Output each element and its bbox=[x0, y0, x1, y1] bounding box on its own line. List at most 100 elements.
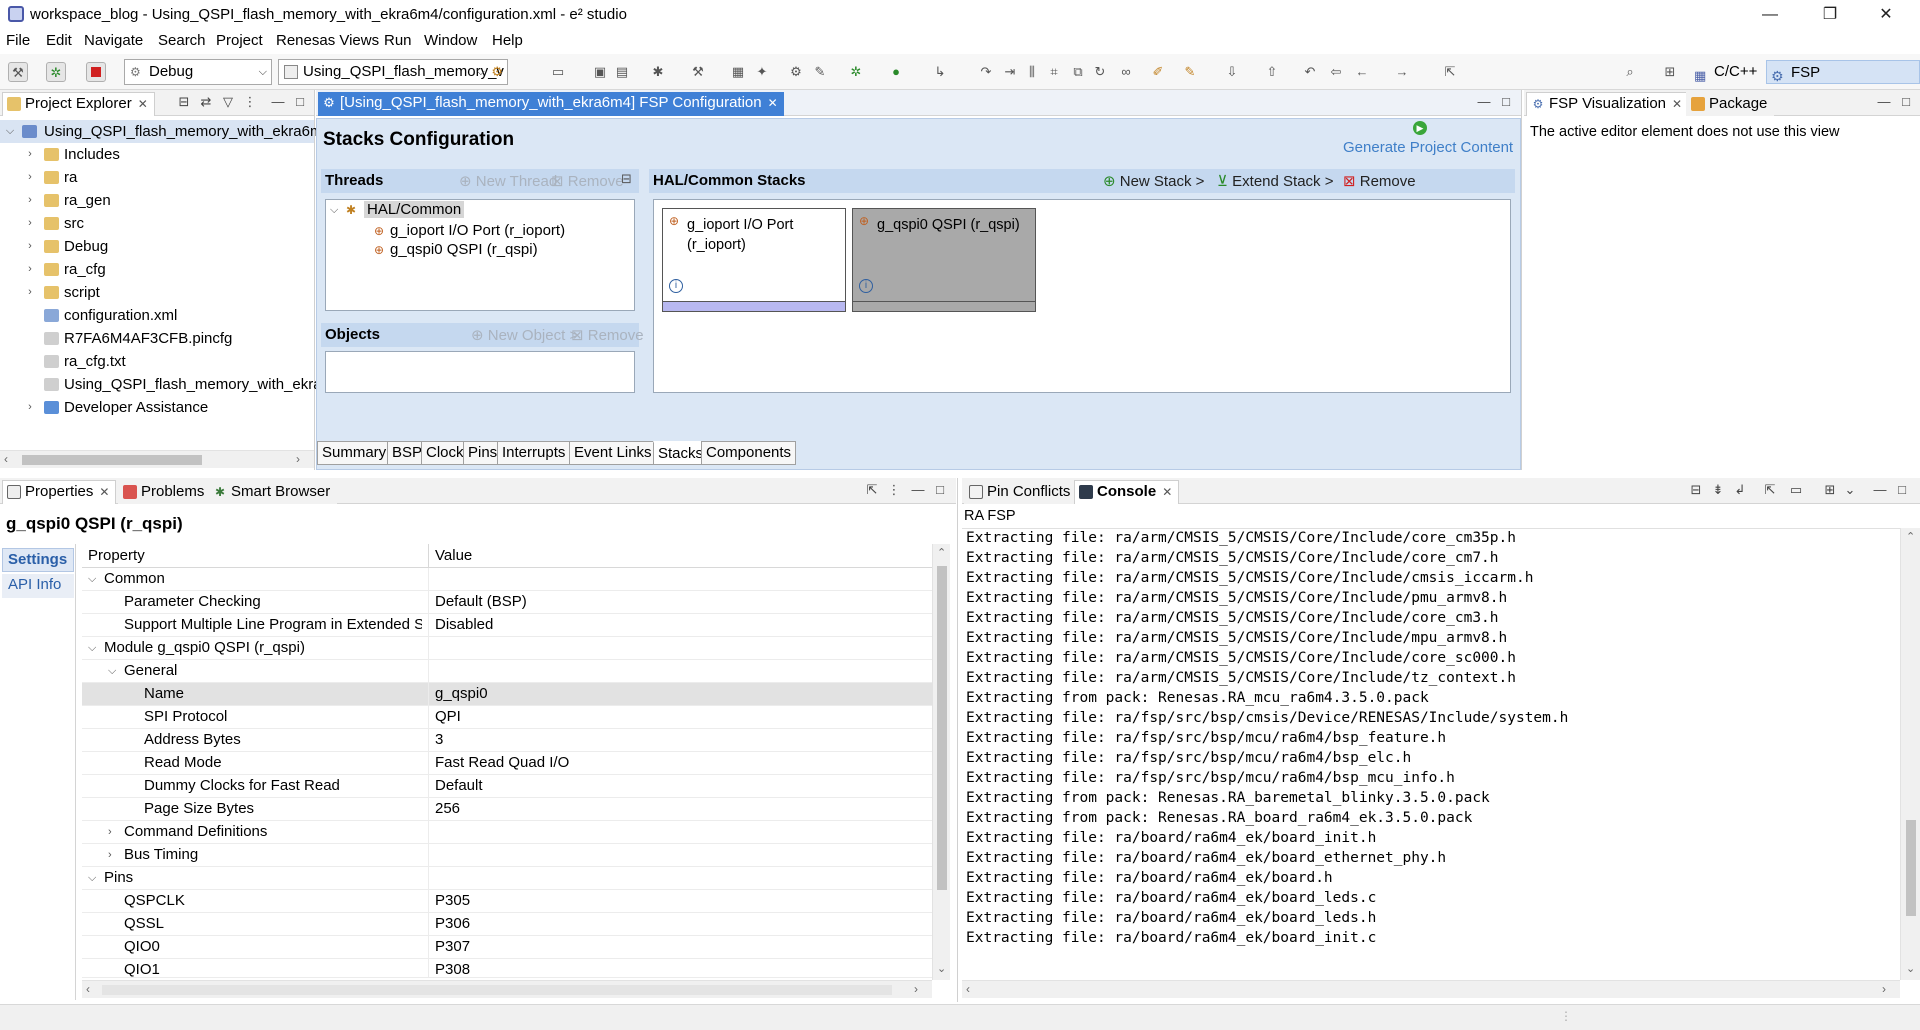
property-row[interactable]: QIO0 P307 bbox=[82, 936, 932, 959]
chevron-right-icon[interactable]: › bbox=[24, 212, 36, 235]
print-icon[interactable]: ▦ bbox=[728, 62, 748, 82]
property-value[interactable]: Default bbox=[435, 775, 483, 797]
prev-annotation-icon[interactable]: ⇧ bbox=[1262, 62, 1282, 82]
menu-navigate[interactable]: Navigate bbox=[84, 32, 143, 49]
next-annotation-icon[interactable]: ⇩ bbox=[1222, 62, 1242, 82]
chevron-right-icon[interactable]: › bbox=[24, 281, 36, 304]
minimize-view-icon[interactable]: — bbox=[1876, 94, 1892, 110]
tab-fsp-configuration[interactable]: ⚙ [Using_QSPI_flash_memory_with_ekra6m4]… bbox=[318, 92, 784, 116]
scroll-lock-icon[interactable]: ⇟ bbox=[1710, 482, 1726, 498]
property-row[interactable]: QSSL P306 bbox=[82, 913, 932, 936]
view-menu-icon[interactable]: ⋮ bbox=[886, 482, 902, 498]
chevron-right-icon[interactable]: › bbox=[24, 258, 36, 281]
new-object-button[interactable]: ⊕ New Object > bbox=[471, 326, 578, 344]
collapse-icon[interactable]: ⊟ bbox=[621, 171, 632, 187]
scroll-thumb[interactable] bbox=[102, 985, 892, 995]
maximize-view-icon[interactable]: □ bbox=[1894, 482, 1910, 498]
menu-renesas-views[interactable]: Renesas Views bbox=[276, 32, 379, 49]
hammer-icon[interactable]: ⚒ bbox=[8, 62, 28, 82]
tab-project-explorer[interactable]: Project Explorer ✕ bbox=[2, 92, 155, 116]
marker-icon[interactable]: ✎ bbox=[1180, 62, 1200, 82]
property-row[interactable]: QIO1 P308 bbox=[82, 959, 932, 978]
copy-icon[interactable]: ⧉ bbox=[1068, 62, 1088, 82]
save-icon[interactable]: ▣ bbox=[590, 62, 610, 82]
property-value[interactable]: Default (BSP) bbox=[435, 591, 527, 613]
property-value[interactable]: QPI bbox=[435, 706, 461, 728]
debug-icon[interactable]: ✲ bbox=[846, 62, 866, 82]
property-row[interactable]: Support Multiple Line Program in Extende… bbox=[82, 614, 932, 637]
properties-vertical-scrollbar[interactable]: ⌃ ⌄ bbox=[932, 544, 950, 980]
search-icon[interactable]: ⌕ bbox=[1620, 62, 1640, 82]
menu-search[interactable]: Search bbox=[158, 32, 206, 49]
clear-console-icon[interactable]: ⊟ bbox=[1688, 482, 1704, 498]
console-vertical-scrollbar[interactable]: ⌃ ⌄ bbox=[1900, 528, 1920, 980]
side-tab-api-info[interactable]: API Info bbox=[2, 574, 74, 598]
step-icon[interactable]: ↳ bbox=[930, 62, 950, 82]
minimize-button[interactable]: — bbox=[1750, 2, 1790, 28]
close-icon[interactable]: ✕ bbox=[1162, 485, 1172, 499]
menu-window[interactable]: Window bbox=[424, 32, 477, 49]
close-icon[interactable]: ✕ bbox=[99, 485, 109, 499]
chevron-down-icon[interactable]: ⌵ bbox=[108, 660, 116, 682]
stop-icon[interactable] bbox=[86, 62, 106, 82]
thread-item-ioport[interactable]: g_ioport I/O Port (r_ioport) bbox=[390, 222, 565, 239]
info-icon[interactable]: i bbox=[859, 279, 873, 293]
property-row[interactable]: ⌵ Common bbox=[82, 568, 932, 591]
link-icon[interactable]: ∞ bbox=[1116, 62, 1136, 82]
property-row[interactable]: › Command Definitions bbox=[82, 821, 932, 844]
info-icon[interactable]: i bbox=[669, 279, 683, 293]
maximize-view-icon[interactable]: □ bbox=[1498, 94, 1514, 110]
settings-icon[interactable]: ✱ bbox=[648, 62, 668, 82]
stack-box-ioport[interactable]: ⊕ g_ioport I/O Port (r_ioport) i bbox=[662, 208, 846, 312]
property-value[interactable]: P305 bbox=[435, 890, 470, 912]
refresh-icon[interactable]: ↻ bbox=[1090, 62, 1110, 82]
scroll-right-icon[interactable]: › bbox=[296, 452, 300, 466]
side-tab-settings[interactable]: Settings bbox=[2, 548, 74, 572]
scroll-left-icon[interactable]: ‹ bbox=[966, 982, 970, 996]
close-icon[interactable]: ✕ bbox=[138, 97, 148, 111]
tree-item[interactable]: › src bbox=[0, 212, 314, 235]
chevron-right-icon[interactable]: › bbox=[24, 166, 36, 189]
scroll-thumb[interactable] bbox=[1906, 820, 1916, 916]
config-icon[interactable]: ⚙ bbox=[786, 62, 806, 82]
remove-thread-button[interactable]: ⊠ Remove bbox=[551, 172, 624, 190]
scroll-up-icon[interactable]: ⌃ bbox=[1906, 530, 1915, 543]
close-icon[interactable]: ✕ bbox=[768, 96, 778, 110]
chevron-right-icon[interactable]: › bbox=[24, 189, 36, 212]
menu-run[interactable]: Run bbox=[384, 32, 412, 49]
close-button[interactable]: ✕ bbox=[1866, 2, 1906, 28]
generate-project-content-link[interactable]: Generate Project Content bbox=[1343, 139, 1513, 156]
launch-config-select[interactable]: Using_QSPI_flash_memory_v ⌵ ⚙ bbox=[278, 59, 508, 85]
remove-object-button[interactable]: ⊠ Remove bbox=[571, 326, 644, 344]
property-row[interactable]: Address Bytes 3 bbox=[82, 729, 932, 752]
tree-item[interactable]: ra_cfg.txt bbox=[0, 350, 314, 373]
thread-hal-common[interactable]: HAL/Common bbox=[364, 201, 465, 218]
property-row[interactable]: Page Size Bytes 256 bbox=[82, 798, 932, 821]
open-console-icon[interactable]: ⊞ bbox=[1822, 482, 1838, 498]
tab-smart-browser[interactable]: ✱ Smart Browser bbox=[208, 480, 338, 504]
property-value[interactable]: Fast Read Quad I/O bbox=[435, 752, 569, 774]
view-menu-icon[interactable]: ⋮ bbox=[242, 94, 258, 110]
link-editor-icon[interactable]: ⇄ bbox=[198, 94, 214, 110]
build-config-select[interactable]: ⚙ Debug ⌵ bbox=[124, 59, 272, 85]
menu-file[interactable]: File bbox=[6, 32, 30, 49]
columns-icon[interactable]: ⫼ bbox=[1022, 62, 1042, 82]
property-row[interactable]: Parameter Checking Default (BSP) bbox=[82, 591, 932, 614]
property-row[interactable]: ⌵ General bbox=[82, 660, 932, 683]
tree-item[interactable]: › Includes bbox=[0, 143, 314, 166]
tab-pin-conflicts[interactable]: Pin Conflicts bbox=[964, 480, 1078, 504]
new-thread-button[interactable]: ⊕ New Thread bbox=[459, 172, 557, 190]
tab-console[interactable]: Console ✕ bbox=[1074, 480, 1180, 504]
maximize-view-icon[interactable]: □ bbox=[932, 482, 948, 498]
generate-icon[interactable]: ▶ bbox=[1413, 121, 1427, 135]
menu-project[interactable]: Project bbox=[216, 32, 263, 49]
chevron-right-icon[interactable]: › bbox=[24, 235, 36, 258]
outline-icon[interactable]: ⌗ bbox=[1044, 62, 1064, 82]
property-row[interactable]: SPI Protocol QPI bbox=[82, 706, 932, 729]
property-row[interactable]: › Bus Timing bbox=[82, 844, 932, 867]
pen-icon[interactable]: ✐ bbox=[1148, 62, 1168, 82]
bottom-tab-summary[interactable]: Summary bbox=[317, 441, 392, 465]
chevron-right-icon[interactable]: › bbox=[108, 844, 112, 866]
restore-button[interactable]: ❐ bbox=[1810, 2, 1850, 28]
tree-item[interactable]: › ra bbox=[0, 166, 314, 189]
